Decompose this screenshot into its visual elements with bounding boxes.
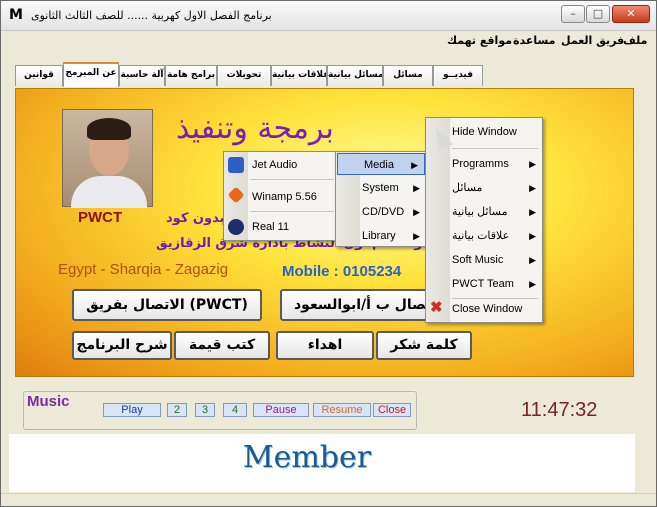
photo-caption: PWCT xyxy=(78,209,123,226)
tab-conversions[interactable]: تحويلات xyxy=(217,65,271,86)
submenu-arrow-icon: ▶ xyxy=(529,159,536,169)
submenu-arrow-icon: ▶ xyxy=(413,183,420,193)
track-3-button[interactable]: 3 xyxy=(195,403,215,417)
menu-item-pwct-team[interactable]: PWCT Team ▶ xyxy=(426,273,542,295)
title-bar[interactable]: M برنامج الفصل الاول كهربية ...... للصف … xyxy=(1,1,656,31)
contact-team-button[interactable]: الاتصال بفريق (PWCT) xyxy=(72,289,262,321)
menu-sites[interactable]: مواقع تهمك xyxy=(447,34,512,47)
maximize-button[interactable]: □ xyxy=(586,5,610,23)
menu-item-close-window[interactable]: ✖ Close Window xyxy=(426,298,542,320)
menu-item-media[interactable]: Media ▶ xyxy=(337,153,425,175)
window-title: برنامج الفصل الاول كهربية ...... للصف ال… xyxy=(31,9,272,22)
menu-item-jet-audio[interactable]: Jet Audio xyxy=(224,154,338,176)
mobile-text: Mobile : 0105234 xyxy=(282,263,402,280)
real-player-icon xyxy=(228,219,244,235)
submenu-arrow-icon: ▶ xyxy=(529,207,536,217)
tab-laws[interactable]: قوانين xyxy=(15,65,63,86)
menu-item-real-player[interactable]: Real 11 xyxy=(224,216,338,238)
credits-line-1: بدون كود xyxy=(166,211,225,226)
menu-item-graph-problems[interactable]: مسائل بيانية ▶ xyxy=(426,201,542,223)
media-submenu: Jet Audio Winamp 5.56 Real 11 xyxy=(223,151,339,241)
menu-help[interactable]: مساعدة xyxy=(513,34,556,47)
menu-item-graph-relations[interactable]: علاقات بيانية ▶ xyxy=(426,225,542,247)
tab-graph-relations[interactable]: علاقات بيانية xyxy=(271,65,327,86)
music-close-button[interactable]: Close xyxy=(373,403,411,417)
winamp-icon xyxy=(227,186,245,204)
programs-submenu: Media ▶ System ▶ CD/DVD ▶ Library ▶ xyxy=(335,151,427,247)
track-4-button[interactable]: 4 xyxy=(223,403,247,417)
submenu-arrow-icon: ▶ xyxy=(529,279,536,289)
minimize-button[interactable]: – xyxy=(561,5,585,23)
menu-bar: ملف فريق العمل مساعدة مواقع تهمك xyxy=(1,31,656,51)
close-x-icon: ✖ xyxy=(430,299,443,316)
menu-item-system[interactable]: System ▶ xyxy=(336,177,426,199)
books-button[interactable]: كتب قيمة xyxy=(174,331,270,360)
menu-file[interactable]: ملف xyxy=(623,34,647,47)
submenu-arrow-icon: ▶ xyxy=(411,160,418,170)
clock-display: 11:47:32 xyxy=(521,399,598,421)
tab-video[interactable]: فيديــو xyxy=(433,65,483,86)
submenu-arrow-icon: ▶ xyxy=(413,207,420,217)
footer-area: Member xyxy=(9,434,635,492)
menu-item-soft-music[interactable]: Soft Music ▶ xyxy=(426,249,542,271)
thanks-button[interactable]: كلمة شكر xyxy=(376,331,472,360)
submenu-arrow-icon: ▶ xyxy=(413,231,420,241)
pause-button[interactable]: Pause xyxy=(253,403,309,417)
tab-strip: فيديــو مسائل مسائل بيانية علاقات بيانية… xyxy=(11,62,651,87)
location-text: Egypt - Sharqia - Zagazig xyxy=(58,261,229,278)
menu-team[interactable]: فريق العمل xyxy=(561,34,624,47)
menu-item-cd-dvd[interactable]: CD/DVD ▶ xyxy=(336,201,426,223)
tab-programs[interactable]: برامج هامة xyxy=(165,65,217,86)
credits-heading: برمجة وتنفيذ xyxy=(176,111,334,146)
tab-graph-problems[interactable]: مسائل بيانية xyxy=(327,65,383,86)
menu-item-library[interactable]: Library ▶ xyxy=(336,225,426,247)
play-button[interactable]: Play xyxy=(103,403,161,417)
dedication-button[interactable]: اهداء xyxy=(276,331,374,360)
programmer-photo xyxy=(62,109,153,208)
tab-calculator[interactable]: آلة حاسبة xyxy=(119,65,165,86)
menu-item-problems[interactable]: مسائل ▶ xyxy=(426,177,542,199)
close-button[interactable]: ✕ xyxy=(612,5,650,23)
resume-button[interactable]: Resume xyxy=(313,403,371,417)
tab-about-programmer[interactable]: عن المبرمج xyxy=(63,62,119,87)
submenu-arrow-icon: ▶ xyxy=(529,183,536,193)
menu-item-programms[interactable]: Programms ▶ xyxy=(426,153,542,175)
track-2-button[interactable]: 2 xyxy=(167,403,187,417)
main-window: M برنامج الفصل الاول كهربية ...... للصف … xyxy=(0,0,657,507)
submenu-arrow-icon: ▶ xyxy=(529,231,536,241)
submenu-arrow-icon: ▶ xyxy=(529,255,536,265)
member-banner: Member xyxy=(242,440,372,475)
status-bar xyxy=(1,493,656,506)
tab-problems[interactable]: مسائل xyxy=(383,65,433,86)
app-icon: M xyxy=(9,7,23,23)
jet-audio-icon xyxy=(228,157,244,173)
music-label: Music xyxy=(27,393,70,410)
menu-item-winamp[interactable]: Winamp 5.56 xyxy=(224,186,338,208)
explain-program-button[interactable]: شرح البرنامج xyxy=(72,331,172,360)
